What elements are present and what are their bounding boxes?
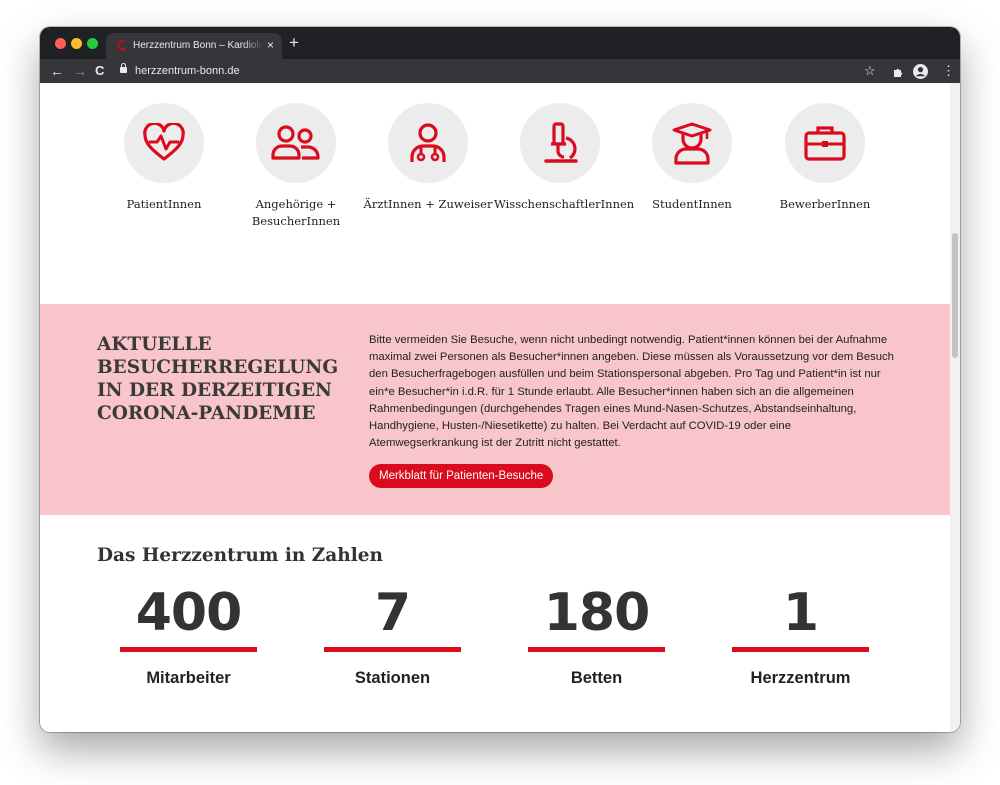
bookmark-star-icon[interactable]: ☆ (864, 62, 876, 80)
stat-label: Herzzentrum (750, 669, 851, 687)
maximize-window-button[interactable] (87, 38, 98, 49)
stat-underline (528, 647, 665, 652)
tab-close-icon[interactable]: × (267, 38, 274, 52)
lock-icon (120, 63, 127, 73)
category-applicants[interactable]: BewerberInnen (759, 103, 891, 213)
notice-body: Bitte vermeiden Sie Besuche, wenn nicht … (369, 334, 894, 450)
stat-item: 1 Herzzentrum (732, 585, 869, 688)
stat-value: 1 (782, 583, 819, 643)
category-icon-circle (124, 103, 204, 183)
notice-heading: AKTUELLE BESUCHERREGELUNG IN DER DERZEIT… (97, 334, 339, 424)
reload-button[interactable]: C (95, 61, 104, 81)
extensions-icon[interactable] (892, 66, 904, 78)
scrollbar-thumb[interactable] (952, 233, 958, 358)
category-label: ÄrztInnen + Zuweiser (363, 197, 493, 211)
category-label: PatientInnen (126, 197, 202, 211)
stat-underline (732, 647, 869, 652)
stat-label: Stationen (354, 669, 431, 687)
stat-value: 400 (135, 583, 243, 643)
stat-label: Mitarbeiter (146, 669, 231, 687)
category-label: BewerberInnen (779, 197, 871, 211)
stat-value: 180 (543, 583, 651, 643)
address-bar[interactable]: herzzentrum-bonn.de (120, 63, 240, 79)
category-label: StudentInnen (652, 197, 732, 211)
page-content: PatientInnen Angehörige + BesucherInnen … (40, 83, 950, 732)
profile-avatar-icon[interactable] (913, 64, 928, 79)
favicon-icon (117, 40, 126, 51)
category-relatives[interactable]: Angehörige + BesucherInnen (230, 103, 362, 230)
briefcase-icon (804, 126, 846, 161)
url-text: herzzentrum-bonn.de (135, 65, 240, 77)
stats-title: Das Herzzentrum in Zahlen (97, 545, 383, 566)
browser-tab[interactable]: Herzzentrum Bonn – Kardiolog × (106, 33, 282, 59)
graduate-icon (672, 122, 712, 165)
category-icon-circle (256, 103, 336, 183)
stat-label: Betten (570, 669, 623, 687)
category-icon-circle (652, 103, 732, 183)
page-scrollbar[interactable] (950, 83, 960, 732)
category-doctors[interactable]: ÄrztInnen + Zuweiser (362, 103, 494, 213)
title-bar: Herzzentrum Bonn – Kardiolog × + (40, 27, 960, 59)
category-icon-circle (520, 103, 600, 183)
category-icon-circle (388, 103, 468, 183)
stat-item: 400 Mitarbeiter (120, 585, 257, 688)
visitor-leaflet-button[interactable]: Merkblatt für Patienten-Besuche (369, 464, 554, 488)
tab-title: Herzzentrum Bonn – Kardiolog (133, 40, 263, 51)
back-button[interactable]: ← (50, 61, 64, 81)
stat-underline (120, 647, 257, 652)
category-label: Angehörige + BesucherInnen (251, 197, 341, 228)
category-students[interactable]: StudentInnen (626, 103, 758, 213)
doctor-icon (410, 123, 446, 162)
microscope-icon (544, 122, 578, 163)
stat-value: 7 (374, 583, 411, 643)
browser-toolbar: ← → C herzzentrum-bonn.de ☆ ⋮ (40, 59, 960, 83)
close-window-button[interactable] (55, 38, 66, 49)
heart-pulse-icon (143, 123, 185, 161)
browser-menu-icon[interactable]: ⋮ (942, 62, 955, 80)
minimize-window-button[interactable] (71, 38, 82, 49)
new-tab-button[interactable]: + (289, 33, 299, 53)
category-label: WisschenschaftlerInnen (494, 197, 635, 211)
people-icon (271, 125, 320, 160)
browser-window: Herzzentrum Bonn – Kardiolog × + ← → C h… (40, 27, 960, 732)
stat-item: 180 Betten (528, 585, 665, 688)
category-icon-circle (785, 103, 865, 183)
stat-underline (324, 647, 461, 652)
forward-button[interactable]: → (73, 61, 87, 81)
stat-item: 7 Stationen (324, 585, 461, 688)
category-patients[interactable]: PatientInnen (98, 103, 230, 213)
category-scientists[interactable]: WisschenschaftlerInnen (494, 103, 635, 213)
corona-notice-section: AKTUELLE BESUCHERREGELUNG IN DER DERZEIT… (40, 304, 950, 515)
